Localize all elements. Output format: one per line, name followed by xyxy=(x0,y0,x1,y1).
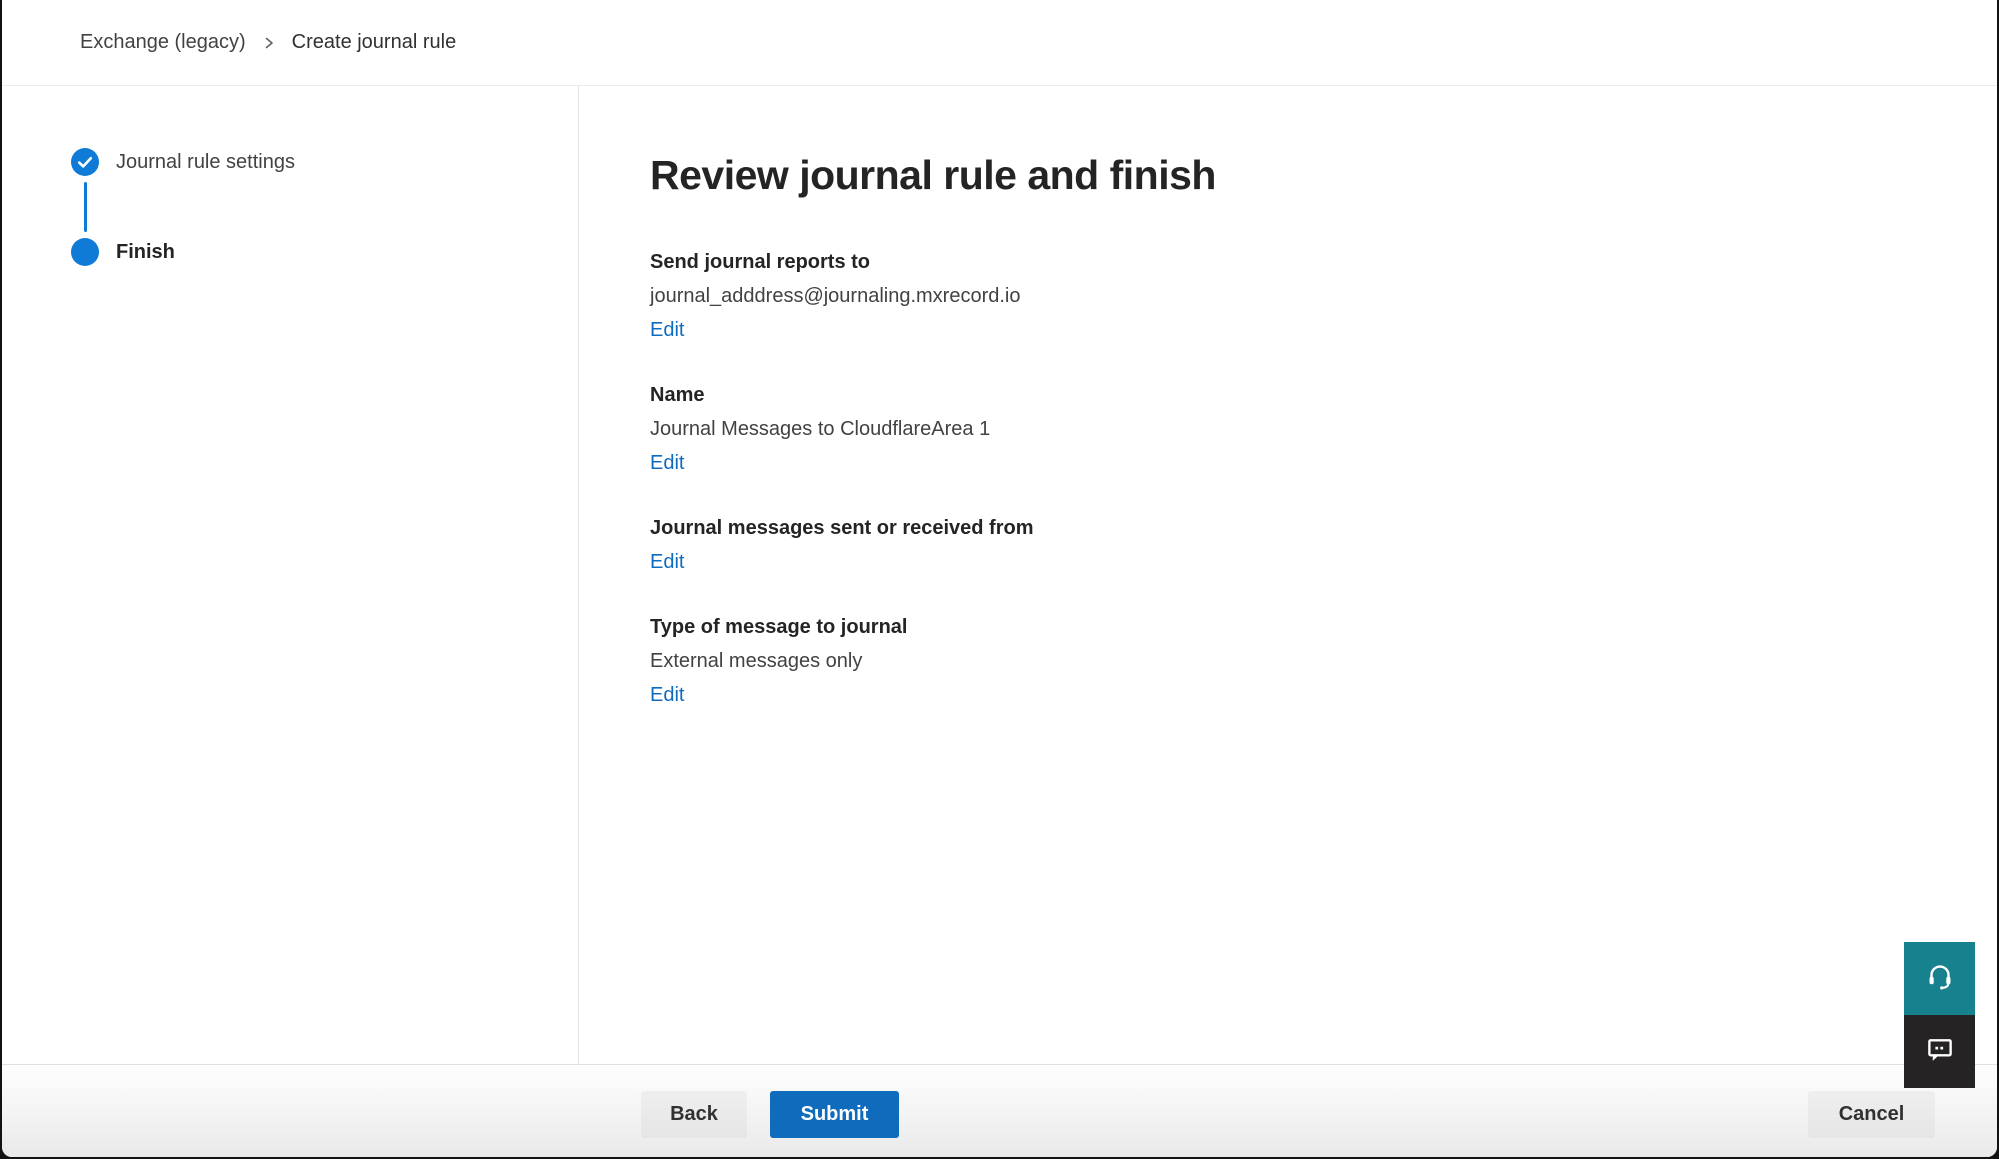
feedback-icon xyxy=(1925,1034,1955,1069)
edit-link-type-of-message-to-journal[interactable]: Edit xyxy=(650,678,684,712)
step-current-dot-icon xyxy=(71,238,99,266)
edit-link-journal-messages-sent-or-received-from[interactable]: Edit xyxy=(650,545,684,579)
footer-action-bar: Back Submit Cancel xyxy=(2,1064,1997,1157)
back-button[interactable]: Back xyxy=(641,1091,747,1138)
feedback-button[interactable] xyxy=(1904,1015,1975,1088)
review-section-send-journal-reports-to: Send journal reports to journal_adddress… xyxy=(650,245,1997,347)
step-label: Finish xyxy=(116,241,175,264)
chevron-right-icon xyxy=(262,36,276,50)
steps-list: Journal rule settings Finish xyxy=(71,148,578,266)
breadcrumb-item-create-journal-rule: Create journal rule xyxy=(292,31,457,54)
step-completed-check-icon xyxy=(71,148,99,176)
page-title: Review journal rule and finish xyxy=(650,149,1997,201)
cancel-button[interactable]: Cancel xyxy=(1808,1091,1935,1138)
review-pane: Review journal rule and finish Send jour… xyxy=(579,86,1997,1065)
section-value: Journal Messages to CloudflareArea 1 xyxy=(650,412,1997,446)
section-value: journal_adddress@journaling.mxrecord.io xyxy=(650,279,1997,313)
review-section-type-of-message-to-journal: Type of message to journal External mess… xyxy=(650,610,1997,712)
submit-button[interactable]: Submit xyxy=(770,1091,899,1138)
section-value: External messages only xyxy=(650,644,1997,678)
app-window: Exchange (legacy) Create journal rule Jo… xyxy=(2,0,1997,1157)
step-finish[interactable]: Finish xyxy=(71,238,578,266)
section-label: Send journal reports to xyxy=(650,245,1997,279)
top-bar: Exchange (legacy) Create journal rule xyxy=(2,0,1997,86)
edit-link-send-journal-reports-to[interactable]: Edit xyxy=(650,313,684,347)
wizard-steps-sidebar: Journal rule settings Finish xyxy=(2,86,579,1065)
help-button[interactable] xyxy=(1904,942,1975,1015)
section-label: Journal messages sent or received from xyxy=(650,511,1997,545)
breadcrumb-item-exchange-legacy[interactable]: Exchange (legacy) xyxy=(80,31,246,54)
step-journal-rule-settings[interactable]: Journal rule settings xyxy=(71,148,578,176)
headset-icon xyxy=(1925,961,1955,996)
edit-link-name[interactable]: Edit xyxy=(650,446,684,480)
breadcrumb: Exchange (legacy) Create journal rule xyxy=(80,31,456,54)
review-section-journal-messages-sent-or-received-from: Journal messages sent or received from E… xyxy=(650,511,1997,579)
section-label: Type of message to journal xyxy=(650,610,1997,644)
section-label: Name xyxy=(650,378,1997,412)
review-section-name: Name Journal Messages to CloudflareArea … xyxy=(650,378,1997,480)
step-label: Journal rule settings xyxy=(116,151,295,174)
step-connector-line xyxy=(84,182,87,232)
